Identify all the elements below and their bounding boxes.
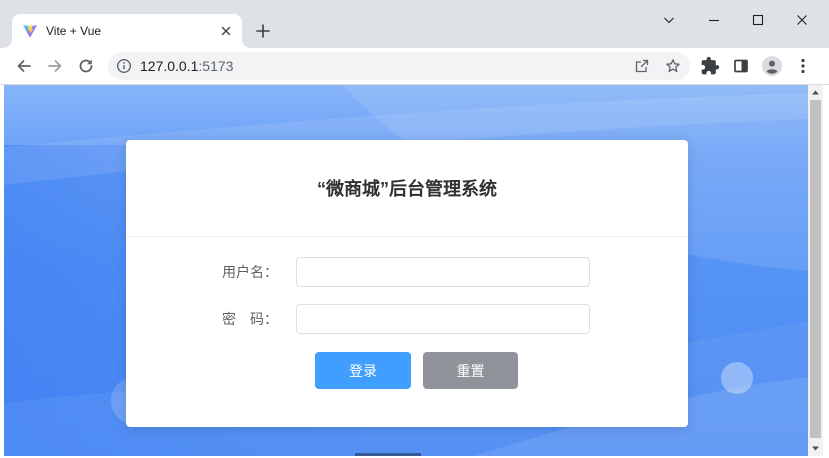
window-close-icon[interactable] bbox=[792, 10, 812, 30]
tab-close-button[interactable] bbox=[218, 23, 234, 39]
side-panel-button[interactable] bbox=[731, 56, 751, 76]
plus-icon[interactable] bbox=[253, 21, 273, 41]
username-label: 用户名： bbox=[222, 264, 278, 280]
scrollbar-down-button[interactable] bbox=[808, 441, 823, 456]
minimize-button[interactable] bbox=[704, 10, 724, 30]
address-bar[interactable]: 127.0.0.1:5173 bbox=[108, 52, 690, 80]
username-input[interactable] bbox=[296, 257, 590, 287]
share-button[interactable] bbox=[634, 58, 650, 74]
back-button[interactable] bbox=[14, 56, 34, 76]
tab-strip: Vite + Vue bbox=[0, 0, 829, 48]
tab-search-button[interactable] bbox=[659, 10, 679, 30]
more-vertical-icon[interactable] bbox=[793, 56, 813, 76]
scrollbar-thumb[interactable] bbox=[810, 100, 821, 438]
arrow-right-icon[interactable] bbox=[45, 56, 65, 76]
window-close-button[interactable] bbox=[792, 10, 812, 30]
card-header: “微商城”后台管理系统 bbox=[126, 140, 688, 237]
reload-button[interactable] bbox=[76, 56, 96, 76]
triangle-down-icon[interactable] bbox=[808, 441, 823, 456]
tab-vite-vue[interactable]: Vite + Vue bbox=[4, 14, 250, 48]
side-panel-icon[interactable] bbox=[731, 56, 751, 76]
avatar-icon[interactable] bbox=[762, 56, 782, 76]
maximize-button[interactable] bbox=[748, 10, 768, 30]
tab-close-icon[interactable] bbox=[218, 23, 234, 39]
background-bottom-line bbox=[355, 453, 421, 456]
background-bubble-right bbox=[721, 362, 753, 394]
url-host[interactable]: 127.0.0.1 bbox=[140, 58, 198, 74]
puzzle-icon[interactable] bbox=[700, 56, 720, 76]
password-input[interactable] bbox=[296, 304, 590, 334]
page-title: “微商城”后台管理系统 bbox=[317, 179, 497, 199]
browser-window: Vite + Vue 127.0.0.1:5173 “微商城”后台管理系统 用户… bbox=[0, 0, 829, 458]
site-info-button[interactable] bbox=[116, 58, 132, 74]
login-card: “微商城”后台管理系统 用户名： 密 码： 登录 重置 bbox=[126, 140, 688, 427]
arrow-left-icon[interactable] bbox=[14, 56, 34, 76]
login-button[interactable]: 登录 bbox=[315, 352, 411, 389]
browser-menu-button[interactable] bbox=[793, 56, 813, 76]
maximize-icon[interactable] bbox=[748, 10, 768, 30]
reload-icon[interactable] bbox=[76, 56, 96, 76]
info-icon[interactable] bbox=[116, 58, 132, 74]
minimize-icon[interactable] bbox=[704, 10, 724, 30]
password-label: 密 码： bbox=[222, 311, 278, 327]
browser-toolbar: 127.0.0.1:5173 bbox=[0, 48, 829, 85]
reset-button[interactable]: 重置 bbox=[423, 352, 518, 389]
forward-button[interactable] bbox=[45, 56, 65, 76]
extensions-button[interactable] bbox=[700, 56, 720, 76]
star-icon[interactable] bbox=[665, 58, 681, 74]
scrollbar-up-button[interactable] bbox=[808, 85, 823, 100]
tab-title[interactable]: Vite + Vue bbox=[46, 24, 101, 38]
page-viewport: “微商城”后台管理系统 用户名： 密 码： 登录 重置 bbox=[4, 85, 823, 456]
url-port[interactable]: :5173 bbox=[198, 58, 233, 74]
url-text[interactable]: 127.0.0.1:5173 bbox=[140, 52, 233, 80]
profile-button[interactable] bbox=[762, 56, 782, 76]
bookmark-button[interactable] bbox=[665, 58, 681, 74]
share-icon[interactable] bbox=[634, 58, 650, 74]
new-tab-button[interactable] bbox=[253, 21, 273, 41]
vertical-scrollbar[interactable] bbox=[808, 85, 823, 456]
triangle-up-icon[interactable] bbox=[808, 85, 823, 100]
chevron-down-icon[interactable] bbox=[659, 10, 679, 30]
vite-logo-icon bbox=[23, 24, 37, 38]
